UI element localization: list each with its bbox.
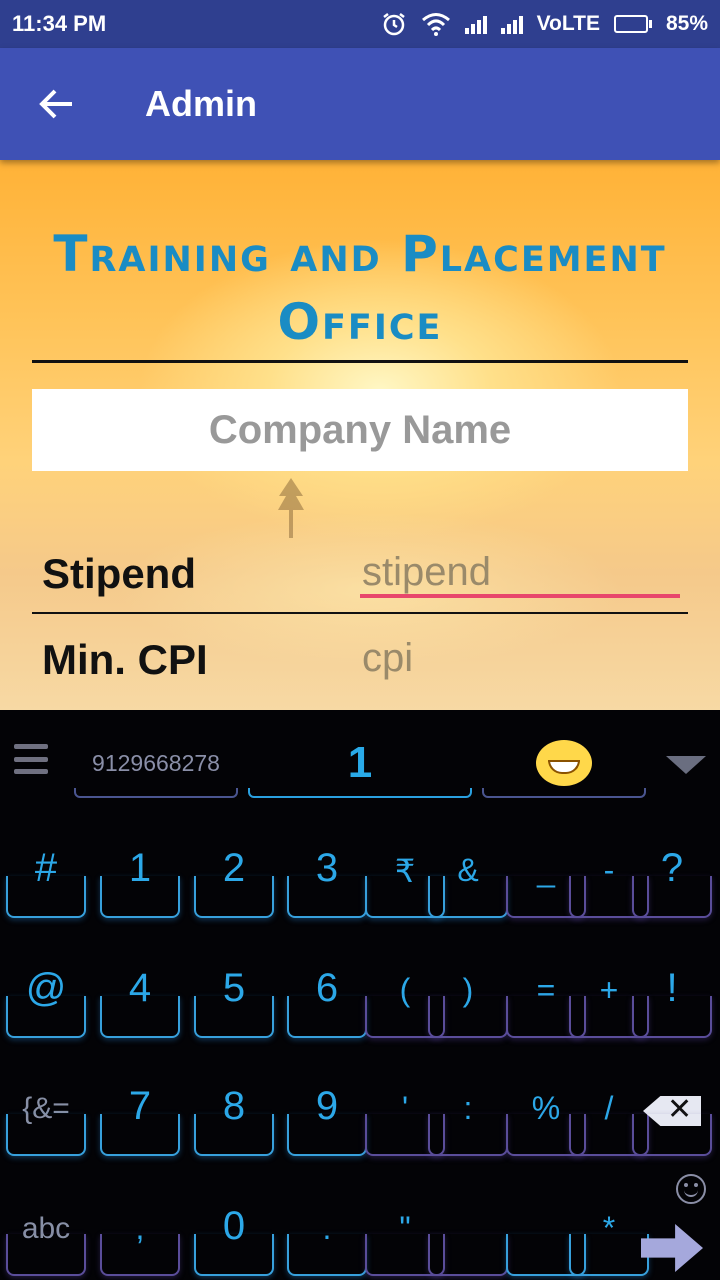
heading-line-1: Training and Placement: [53, 225, 667, 283]
key-1-1[interactable]: 1: [100, 834, 180, 918]
key-1-3[interactable]: 3: [287, 834, 367, 918]
enter-key[interactable]: [632, 1192, 712, 1276]
heading-divider: [32, 360, 688, 363]
status-bar: 11:34 PM VoLTE 85%: [0, 0, 720, 48]
signal-icon: [500, 14, 523, 34]
enter-arrow-icon: [641, 1224, 703, 1272]
suggestion-middle[interactable]: 1: [248, 728, 472, 798]
key-2-5[interactable]: ): [428, 954, 508, 1038]
key-1-5[interactable]: &: [428, 834, 508, 918]
key-2-3[interactable]: 6: [287, 954, 367, 1038]
app-bar: Admin: [0, 48, 720, 160]
key-3-0[interactable]: {&=: [6, 1072, 86, 1156]
heading-line-2: Office: [277, 293, 443, 351]
cpi-input[interactable]: cpi: [362, 636, 413, 681]
form-area: Training and Placement Office Company Na…: [0, 160, 720, 710]
key-1-8[interactable]: ?: [632, 834, 712, 918]
cpi-label: Min. CPI: [42, 636, 208, 683]
key-3-5[interactable]: :: [428, 1072, 508, 1156]
arrow-left-icon: [39, 89, 72, 119]
blank-key[interactable]: [428, 1192, 508, 1276]
company-name-input[interactable]: Company Name: [32, 389, 688, 471]
key-4-1[interactable]: ,: [100, 1192, 180, 1276]
alarm-icon: [382, 13, 405, 36]
stipend-input[interactable]: stipend: [362, 550, 491, 595]
key-4-0[interactable]: abc: [6, 1192, 86, 1276]
backspace-key[interactable]: ✕: [632, 1072, 712, 1156]
tree-decoration: [278, 478, 304, 538]
status-time: 11:34 PM: [12, 11, 107, 36]
heading: Training and Placement Office: [0, 220, 720, 356]
key-1-2[interactable]: 2: [194, 834, 274, 918]
status-icons: VoLTE 85%: [381, 11, 708, 37]
key-2-8[interactable]: !: [632, 954, 712, 1038]
key-4-2[interactable]: 0: [194, 1192, 274, 1276]
page-title: Admin: [145, 83, 257, 124]
key-3-1[interactable]: 7: [100, 1072, 180, 1156]
key-4-3[interactable]: .: [287, 1192, 367, 1276]
row-divider: [32, 612, 688, 614]
key-1-0[interactable]: #: [6, 834, 86, 918]
keyboard: 9129668278 1 #1 2 3 ₹ & _ -? @4 5 6() = +! {&= 7 8 9 ':%…: [0, 710, 720, 1280]
wifi-icon: [421, 13, 450, 36]
backspace-icon: ✕: [643, 1093, 701, 1126]
stipend-label: Stipend: [42, 550, 196, 597]
suggestion-right[interactable]: [482, 728, 646, 798]
key-3-2[interactable]: 8: [194, 1072, 274, 1156]
battery-percent: 85%: [665, 12, 708, 35]
menu-icon[interactable]: [14, 744, 48, 774]
smiley-icon[interactable]: [676, 1174, 706, 1204]
key-2-0[interactable]: @: [6, 954, 86, 1038]
laughing-emoji-icon: [536, 740, 592, 786]
signal-icon: [464, 14, 487, 34]
battery-icon: [613, 15, 652, 33]
chevron-down-icon[interactable]: [666, 756, 706, 774]
key-3-3[interactable]: 9: [287, 1072, 367, 1156]
stipend-input-underline: [360, 594, 680, 598]
suggestion-left[interactable]: 9129668278: [74, 728, 238, 798]
network-type: VoLTE: [536, 12, 600, 35]
key-2-1[interactable]: 4: [100, 954, 180, 1038]
key-2-2[interactable]: 5: [194, 954, 274, 1038]
back-button[interactable]: [0, 48, 112, 160]
blank-key[interactable]: [506, 1192, 586, 1276]
suggestion-bar: 9129668278 1: [0, 710, 720, 810]
